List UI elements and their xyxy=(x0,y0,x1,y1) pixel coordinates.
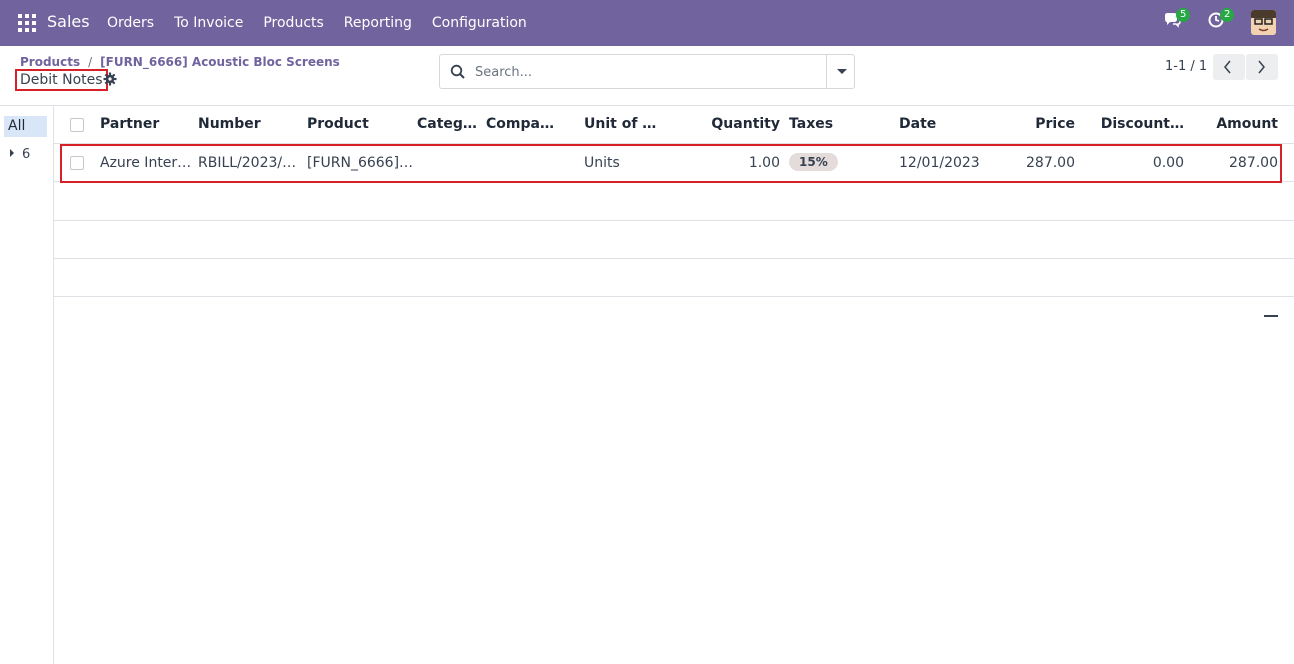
select-all-checkbox[interactable] xyxy=(70,118,84,132)
cell-discount: 0.00 xyxy=(1152,155,1184,171)
cell-quantity: 1.00 xyxy=(748,155,780,171)
top-navbar: Sales Orders To Invoice Products Reporti… xyxy=(0,0,1294,46)
app-name[interactable]: Sales xyxy=(47,12,90,31)
cell-product: [FURN_6666]… xyxy=(307,155,414,171)
column-discount[interactable]: Discount… xyxy=(1101,116,1184,132)
menu-item-products[interactable]: Products xyxy=(253,0,333,46)
search-panel-all[interactable]: All xyxy=(4,116,47,137)
cell-unit-of-measure: Units xyxy=(584,155,620,171)
main-menu: Orders To Invoice Products Reporting Con… xyxy=(97,0,537,46)
table-header: Partner Number Product Categ… Compa… Uni… xyxy=(54,106,1294,144)
activities-button[interactable]: 2 xyxy=(1207,8,1235,35)
menu-item-to-invoice[interactable]: To Invoice xyxy=(164,0,253,46)
column-taxes[interactable]: Taxes xyxy=(789,116,833,132)
messages-button[interactable]: 5 xyxy=(1163,8,1191,35)
pager-value[interactable]: 1-1 / 1 xyxy=(1165,59,1207,74)
activities-count-badge: 2 xyxy=(1220,8,1235,22)
breadcrumb-product-record[interactable]: [FURN_6666] Acoustic Bloc Screens xyxy=(100,55,340,69)
page-title: Debit Notes xyxy=(15,69,108,91)
breadcrumb: Products / [FURN_6666] Acoustic Bloc Scree… xyxy=(20,55,340,69)
tax-badge: 15% xyxy=(789,153,838,171)
cell-date: 12/01/2023 xyxy=(899,155,980,171)
empty-row xyxy=(54,221,1294,259)
column-price[interactable]: Price xyxy=(1035,116,1075,132)
cell-number: RBILL/2023/… xyxy=(198,155,297,171)
empty-row xyxy=(54,183,1294,221)
search-panel-group[interactable]: 6 xyxy=(10,147,30,162)
search-input[interactable] xyxy=(475,62,855,82)
column-unit-of-measure[interactable]: Unit of … xyxy=(584,116,656,132)
menu-item-configuration[interactable]: Configuration xyxy=(422,0,537,46)
chevron-left-icon xyxy=(1224,60,1231,74)
avatar-face-icon xyxy=(1251,10,1276,35)
column-date[interactable]: Date xyxy=(899,116,936,132)
cell-amount: 287.00 xyxy=(1229,155,1278,171)
empty-row xyxy=(54,259,1294,297)
messages-count-badge: 5 xyxy=(1176,8,1191,22)
breadcrumb-products[interactable]: Products xyxy=(20,55,80,69)
search-icon xyxy=(450,64,465,79)
column-product[interactable]: Product xyxy=(307,116,369,132)
minus-icon[interactable] xyxy=(1264,315,1278,317)
column-amount[interactable]: Amount xyxy=(1216,116,1278,132)
user-avatar[interactable] xyxy=(1251,10,1276,35)
column-partner[interactable]: Partner xyxy=(100,116,159,132)
cell-price: 287.00 xyxy=(1026,155,1075,171)
column-quantity[interactable]: Quantity xyxy=(711,116,780,132)
caret-right-icon xyxy=(10,149,14,157)
table-row[interactable]: Azure Inter… RBILL/2023/… [FURN_6666]… U… xyxy=(54,144,1294,182)
column-company[interactable]: Compa… xyxy=(486,116,554,132)
cell-partner: Azure Inter… xyxy=(100,155,192,171)
pager-previous-button[interactable] xyxy=(1213,54,1245,80)
search-panel: All 6 xyxy=(0,106,54,664)
menu-item-orders[interactable]: Orders xyxy=(97,0,164,46)
breadcrumb-separator: / xyxy=(88,55,93,69)
apps-menu-icon[interactable] xyxy=(18,14,36,32)
search-options-toggle[interactable] xyxy=(826,55,855,88)
column-number[interactable]: Number xyxy=(198,116,261,132)
search-panel-group-label: 6 xyxy=(22,147,31,162)
pager-next-button[interactable] xyxy=(1246,54,1278,80)
gear-icon[interactable] xyxy=(103,72,117,86)
search-bar xyxy=(439,54,855,89)
row-checkbox[interactable] xyxy=(70,156,84,170)
menu-item-reporting[interactable]: Reporting xyxy=(334,0,422,46)
column-category[interactable]: Categ… xyxy=(417,116,477,132)
chevron-right-icon xyxy=(1258,60,1265,74)
